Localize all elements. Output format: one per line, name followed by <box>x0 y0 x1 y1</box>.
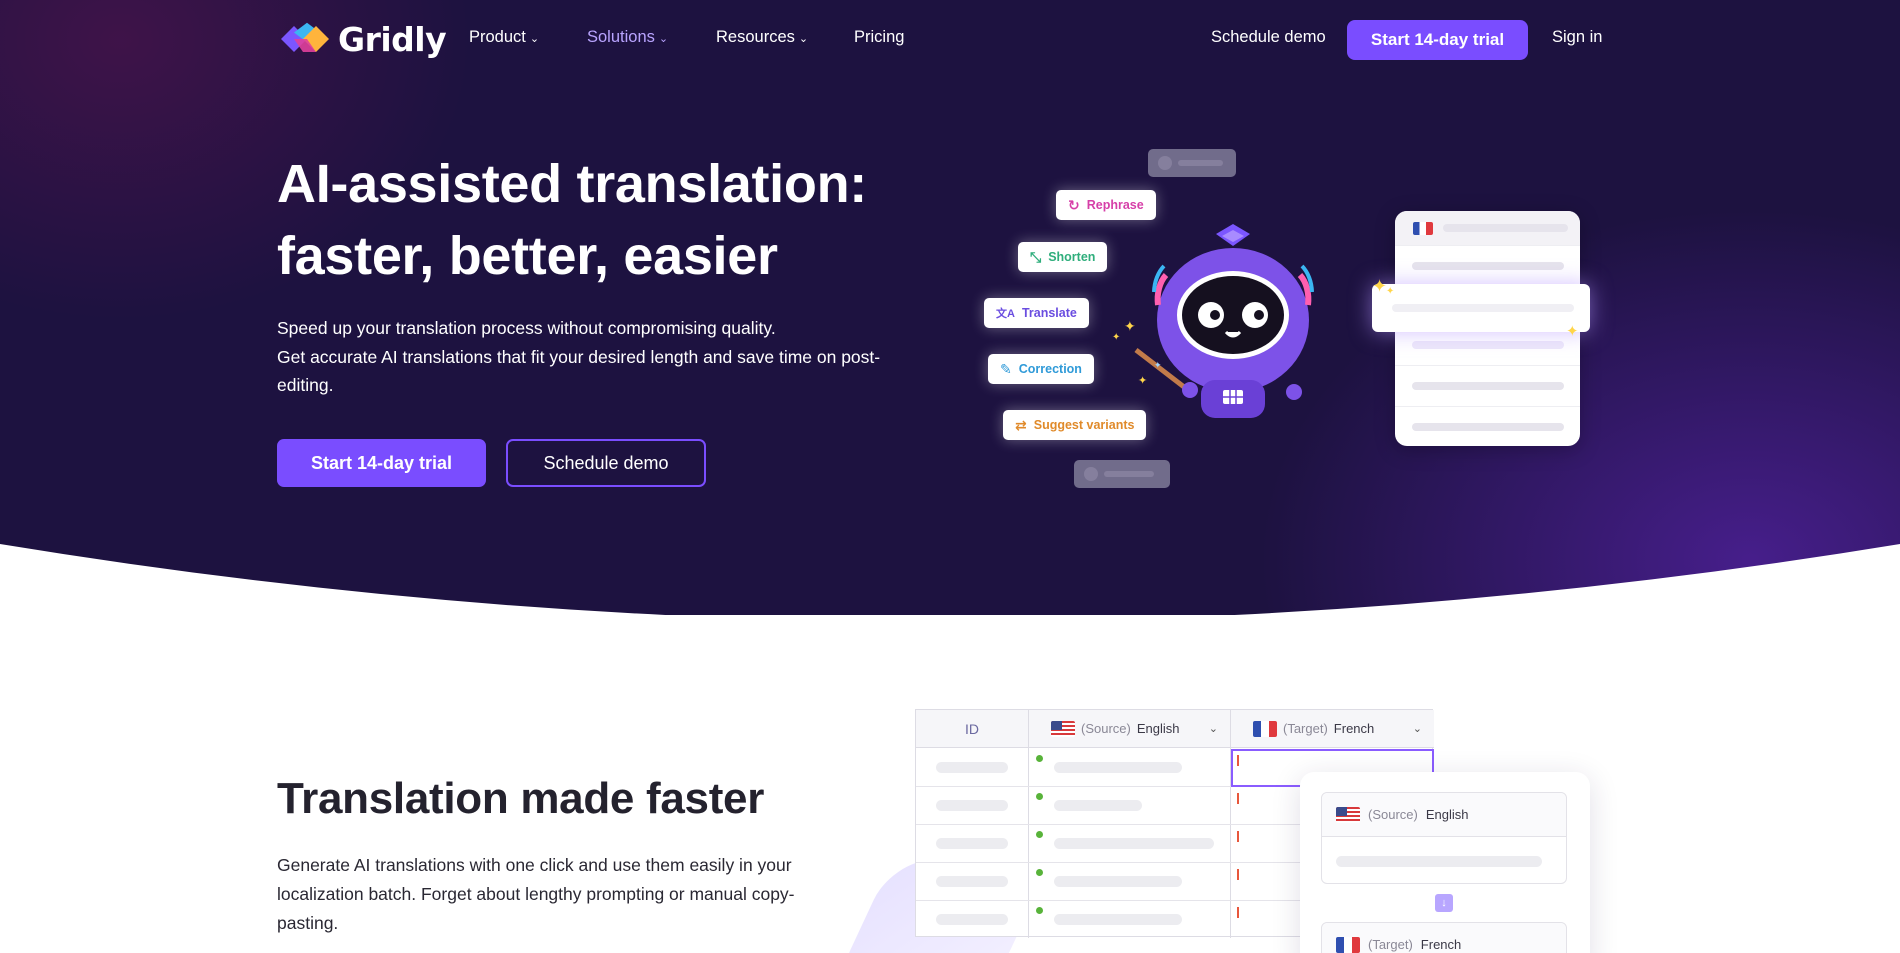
source-box: (Source) English <box>1321 792 1567 884</box>
sparkle-icon: ✦ <box>1372 276 1388 296</box>
sparkle-icon: ✦ <box>1566 323 1579 340</box>
target-prefix: (Target) <box>1283 721 1328 736</box>
nav-resources-label: Resources <box>716 28 795 46</box>
source-box-header: (Source) English <box>1322 793 1566 837</box>
list-item <box>1395 406 1580 446</box>
rephrase-pill: ↻ Rephrase <box>1056 190 1156 220</box>
chevron-down-icon: ⌄ <box>658 33 669 45</box>
sparkle-icon: ✦ <box>1138 375 1148 387</box>
variants-icon: ⇄ <box>1015 416 1027 433</box>
hero-section: Gridly Product ⌄ Solutions ⌄ Resources ⌄… <box>0 0 1900 615</box>
correction-label: Correction <box>1018 362 1082 376</box>
rephrase-label: Rephrase <box>1086 198 1144 212</box>
sparkle-icon: ✦ <box>1112 332 1121 343</box>
hero-title-line1: AI-assisted translation: <box>277 154 867 214</box>
translation-card-header <box>1395 211 1580 245</box>
french-flag-icon <box>1336 936 1360 953</box>
sparkle-icon: ✦ <box>1386 286 1395 297</box>
grid-header-target[interactable]: (Target) French ⌄ <box>1230 710 1434 748</box>
target-box-header: (Target) French <box>1322 923 1566 953</box>
source-language: English <box>1136 721 1180 736</box>
refresh-icon: ↻ <box>1068 196 1080 213</box>
translate-icon: 文A <box>996 308 1015 320</box>
grid-header-source[interactable]: (Source) English ⌄ <box>1028 710 1230 748</box>
shorten-pill: ⤡ Shorten <box>1018 242 1108 272</box>
panel-target-language: French <box>1420 937 1462 952</box>
source-prefix: (Source) <box>1081 721 1131 736</box>
us-flag-icon <box>1051 720 1075 737</box>
nav-product[interactable]: Product ⌄ <box>469 28 539 47</box>
chevron-down-icon: ⌄ <box>1208 723 1218 735</box>
translate-pill: 文A Translate <box>984 298 1089 328</box>
chevron-down-icon: ⌄ <box>529 33 540 45</box>
ghost-action-pill <box>1148 149 1236 177</box>
french-flag-icon <box>1413 221 1433 235</box>
hero-subtitle-line1: Speed up your translation process withou… <box>277 318 776 338</box>
section-description: Generate AI translations with one click … <box>277 855 795 933</box>
logo-text: Gridly <box>338 19 447 59</box>
top-navigation: Gridly Product ⌄ Solutions ⌄ Resources ⌄… <box>0 0 1900 80</box>
ai-translation-panel: (Source) English ↓ (Target) French <box>1300 772 1590 953</box>
hero-subtitle-line2: Get accurate AI translations that fit yo… <box>277 346 881 396</box>
nav-start-trial-button[interactable]: Start 14-day trial <box>1347 20 1528 60</box>
nav-solutions-label: Solutions <box>587 28 655 46</box>
target-box: (Target) French <box>1321 922 1567 953</box>
hero-title: AI-assisted translation: faster, better,… <box>277 148 897 292</box>
shorten-icon: ⤡ <box>1030 248 1042 265</box>
ghost-action-pill <box>1074 460 1170 488</box>
hero-start-trial-button[interactable]: Start 14-day trial <box>277 439 486 487</box>
target-language: French <box>1333 721 1375 736</box>
list-item <box>1395 245 1580 286</box>
highlighted-translation-row <box>1372 284 1590 332</box>
gridly-logo-icon <box>281 22 329 52</box>
gridly-logo[interactable]: Gridly <box>277 19 447 59</box>
nav-solutions[interactable]: Solutions ⌄ <box>587 28 668 47</box>
french-flag-icon <box>1253 720 1277 737</box>
hero-subtitle: Speed up your translation process withou… <box>277 314 917 400</box>
correction-icon: ✎ <box>1000 360 1012 377</box>
list-item <box>1395 365 1580 406</box>
nav-pricing[interactable]: Pricing <box>854 28 904 47</box>
nav-pricing-label: Pricing <box>854 28 905 46</box>
nav-product-label: Product <box>469 28 526 46</box>
panel-source-prefix: (Source) <box>1368 807 1418 822</box>
sparkle-icon: ✦ <box>1124 318 1136 334</box>
chevron-down-icon: ⌄ <box>1412 723 1422 735</box>
correction-pill: ✎ Correction <box>988 354 1094 384</box>
nav-sign-in-link[interactable]: Sign in <box>1552 28 1602 47</box>
hero-schedule-demo-button[interactable]: Schedule demo <box>506 439 706 487</box>
arrow-down-icon: ↓ <box>1435 894 1453 912</box>
nav-schedule-demo-link[interactable]: Schedule demo <box>1211 28 1326 47</box>
translate-label: Translate <box>1021 306 1077 320</box>
panel-target-prefix: (Target) <box>1368 937 1413 952</box>
grid-header-id: ID <box>916 710 1028 748</box>
shorten-label: Shorten <box>1048 250 1096 264</box>
hero-title-line2: faster, better, easier <box>277 226 778 286</box>
panel-source-language: English <box>1425 807 1469 822</box>
us-flag-icon <box>1336 806 1360 823</box>
section-title: Translation made faster <box>277 774 765 823</box>
robot-mascot-icon <box>1134 224 1314 418</box>
hero-curve-divider <box>0 544 1900 615</box>
nav-resources[interactable]: Resources ⌄ <box>716 28 808 47</box>
sparkle-icon: ✦ <box>1154 360 1162 370</box>
chevron-down-icon: ⌄ <box>798 33 809 45</box>
